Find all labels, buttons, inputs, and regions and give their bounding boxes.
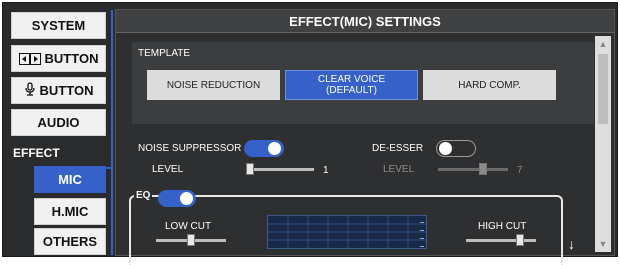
effect-section-label: EFFECT — [13, 146, 60, 160]
slider-thumb[interactable] — [516, 234, 524, 246]
sidebar-item-label: BUTTON — [44, 51, 99, 66]
sidebar-item-label: SYSTEM — [31, 18, 86, 33]
arrow-down-icon[interactable]: ↓ — [568, 236, 575, 252]
settings-panel: EFFECT(MIC) SETTINGS TEMPLATE NOISE REDU… — [115, 9, 615, 265]
panel-title: EFFECT(MIC) SETTINGS — [116, 10, 614, 33]
sidebar-item-label: H.MIC — [51, 204, 89, 219]
button-sublabel: (DEFAULT) — [326, 85, 377, 96]
sidebar-item-mic-button[interactable]: BUTTON — [11, 77, 106, 104]
noise-suppressor-label: NOISE SUPPRESSOR — [138, 143, 242, 154]
eq-graph-grid — [268, 216, 426, 248]
active-connector-line — [111, 10, 113, 255]
scrollbar[interactable]: ▲ ▼ — [595, 36, 611, 252]
microphone-icon — [24, 82, 36, 99]
button-label: CLEAR VOICE — [317, 74, 386, 85]
sidebar-item-label: AUDIO — [37, 115, 80, 130]
slider-thumb[interactable] — [187, 234, 195, 246]
scroll-up-icon[interactable]: ▲ — [595, 36, 611, 52]
high-cut-label: HIGH CUT — [478, 221, 527, 232]
toggle-knob — [180, 192, 193, 205]
toggle-knob — [439, 142, 452, 155]
toggle-knob — [268, 142, 281, 155]
de-esser-level-value: 7 — [517, 165, 523, 176]
de-esser-level-slider[interactable] — [438, 168, 508, 171]
de-esser-toggle[interactable] — [436, 140, 476, 157]
noise-suppressor-level-value: 1 — [323, 165, 329, 176]
sidebar-item-label: BUTTON — [39, 83, 94, 98]
sidebar-item-system[interactable]: SYSTEM — [11, 12, 106, 39]
noise-suppressor-level-label: LEVEL — [152, 164, 184, 175]
eq-label: EQ — [134, 190, 153, 201]
high-cut-slider[interactable] — [466, 239, 536, 242]
sidebar-item-arrow-button[interactable]: BUTTON — [11, 45, 106, 72]
button-label: NOISE REDUCTION — [166, 79, 261, 91]
de-esser-label: DE-ESSER — [372, 143, 424, 154]
scrollbar-thumb[interactable] — [598, 54, 608, 124]
de-esser-level-label: LEVEL — [383, 164, 415, 175]
low-cut-label: LOW CUT — [165, 221, 212, 232]
noise-suppressor-toggle[interactable] — [244, 140, 284, 157]
template-noise-reduction-button[interactable]: NOISE REDUCTION — [147, 70, 280, 100]
sidebar-item-others[interactable]: OTHERS — [34, 228, 106, 255]
noise-suppressor-level-slider[interactable] — [246, 168, 314, 171]
sidebar-item-audio[interactable]: AUDIO — [11, 109, 106, 136]
arrow-buttons-icon — [18, 52, 41, 65]
sidebar-item-mic[interactable]: MIC — [34, 166, 106, 193]
sidebar-item-label: OTHERS — [42, 234, 98, 249]
slider-thumb[interactable] — [479, 163, 487, 175]
sidebar-item-hmic[interactable]: H.MIC — [34, 198, 106, 225]
button-label: HARD COMP. — [458, 79, 521, 91]
template-label: TEMPLATE — [138, 48, 191, 59]
template-clear-voice-button[interactable]: CLEAR VOICE (DEFAULT) — [285, 70, 418, 100]
template-hard-comp-button[interactable]: HARD COMP. — [423, 70, 556, 100]
sidebar-item-label: MIC — [58, 172, 82, 187]
eq-toggle[interactable] — [158, 190, 196, 207]
slider-thumb[interactable] — [246, 163, 254, 175]
eq-graph — [267, 215, 427, 249]
scroll-down-icon[interactable]: ▼ — [595, 236, 611, 252]
